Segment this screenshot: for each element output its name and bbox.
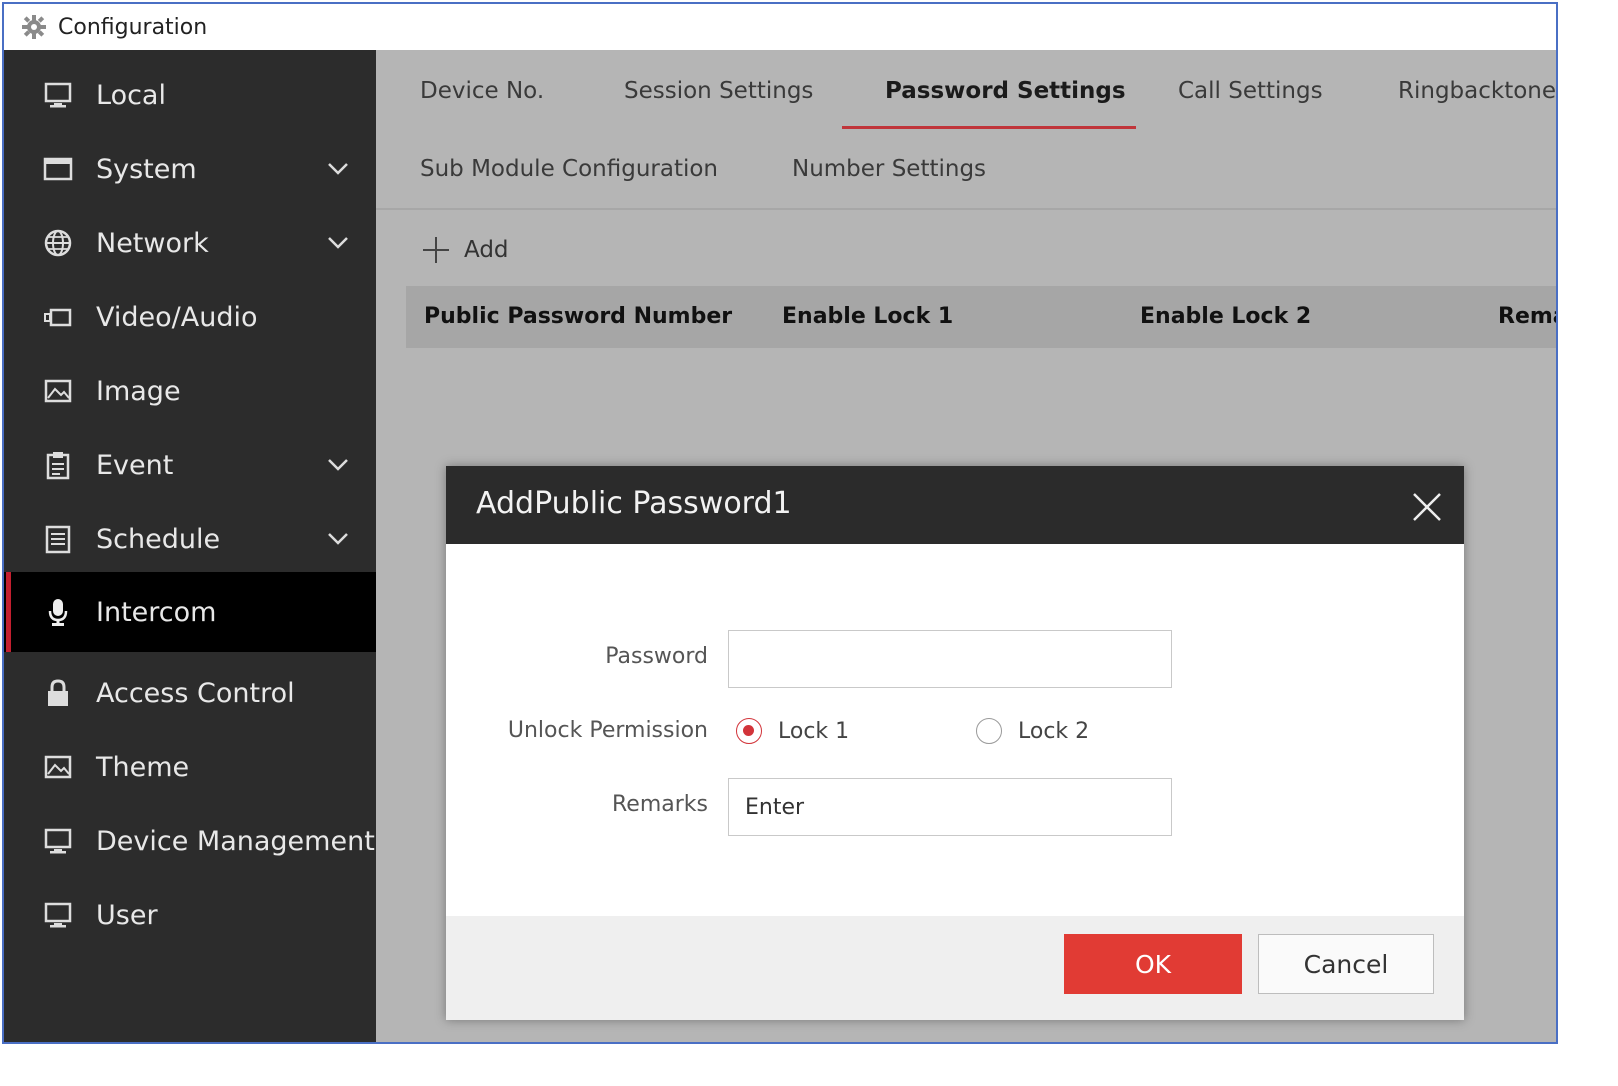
chevron-down-icon[interactable]: [326, 452, 350, 476]
sidebar-item-label: Theme: [96, 751, 190, 783]
lock-1-radio[interactable]: Lock 1: [736, 718, 849, 744]
camera-icon: [42, 301, 74, 333]
gear-icon: [20, 13, 48, 41]
image-icon: [42, 375, 74, 407]
sidebar-item-label: Device Management: [96, 825, 375, 857]
configuration-window: Configuration Local System Network Video…: [2, 2, 1558, 1044]
password-input[interactable]: [728, 630, 1172, 688]
sidebar-item-theme[interactable]: Theme: [4, 730, 376, 804]
active-tab-indicator: [842, 126, 1136, 129]
sidebar-item-intercom[interactable]: Intercom: [4, 572, 376, 652]
radio-unchecked-icon: [976, 718, 1002, 744]
sidebar-item-video-audio[interactable]: Video/Audio: [4, 280, 376, 354]
tab-device-no[interactable]: Device No.: [420, 78, 544, 104]
tab-session-settings[interactable]: Session Settings: [624, 78, 813, 104]
tab-sub-module-configuration[interactable]: Sub Module Configuration: [420, 156, 718, 182]
dialog-footer: OK Cancel: [446, 916, 1464, 1020]
sidebar-item-access-control[interactable]: Access Control: [4, 656, 376, 730]
sidebar-item-local[interactable]: Local: [4, 58, 376, 132]
chevron-down-icon[interactable]: [326, 526, 350, 550]
sidebar-item-label: Schedule: [96, 523, 221, 555]
add-public-password-dialog: AddPublic Password1 Password Unlock Perm…: [446, 466, 1464, 1020]
chevron-down-icon[interactable]: [326, 156, 350, 180]
sidebar-item-image[interactable]: Image: [4, 354, 376, 428]
ok-button[interactable]: OK: [1064, 934, 1242, 994]
window-title: Configuration: [58, 14, 208, 40]
plus-icon: [423, 237, 449, 263]
sidebar-item-system[interactable]: System: [4, 132, 376, 206]
sidebar: Local System Network Video/Audio Image E…: [4, 50, 376, 1042]
cancel-button[interactable]: Cancel: [1258, 934, 1434, 994]
lock-icon: [42, 677, 74, 709]
column-header-enable-lock-2: Enable Lock 2: [1140, 304, 1312, 329]
password-label: Password: [605, 644, 708, 669]
sidebar-item-label: System: [96, 153, 197, 185]
sidebar-item-device-management[interactable]: Device Management: [4, 804, 376, 878]
sidebar-item-event[interactable]: Event: [4, 428, 376, 502]
lock-1-label: Lock 1: [778, 718, 850, 744]
unlock-permission-label: Unlock Permission: [507, 718, 708, 743]
monitor-icon: [42, 899, 74, 931]
column-header-public-password-number: Public Password Number: [424, 304, 733, 329]
sidebar-item-user[interactable]: User: [4, 878, 376, 952]
add-button[interactable]: Add: [422, 236, 509, 264]
column-header-enable-lock-1: Enable Lock 1: [782, 304, 954, 329]
chevron-down-icon[interactable]: [326, 230, 350, 254]
tab-ringbacktone-settings[interactable]: Ringbacktone S: [1398, 78, 1556, 104]
dialog-header: AddPublic Password1: [446, 466, 1464, 544]
radio-checked-icon: [736, 718, 762, 744]
tab-call-settings[interactable]: Call Settings: [1178, 78, 1323, 104]
tab-number-settings[interactable]: Number Settings: [792, 156, 986, 182]
list-icon: [42, 523, 74, 555]
monitor-icon: [42, 825, 74, 857]
sidebar-item-label: Local: [96, 79, 166, 111]
add-label: Add: [464, 237, 509, 263]
globe-icon: [42, 227, 74, 259]
remarks-label: Remarks: [612, 792, 708, 817]
sidebar-item-label: User: [96, 899, 158, 931]
clipboard-icon: [42, 449, 74, 481]
close-icon[interactable]: [1410, 490, 1444, 524]
lock-2-label: Lock 2: [1018, 718, 1090, 744]
lock-2-radio[interactable]: Lock 2: [976, 718, 1089, 744]
table-header: Public Password Number Enable Lock 1 Ena…: [406, 286, 1556, 348]
sidebar-item-label: Access Control: [96, 677, 295, 709]
sidebar-item-network[interactable]: Network: [4, 206, 376, 280]
sidebar-item-label: Event: [96, 449, 174, 481]
tab-password-settings[interactable]: Password Settings: [885, 78, 1126, 104]
window-icon: [42, 153, 74, 185]
sidebar-item-label: Image: [96, 375, 181, 407]
sidebar-item-label: Video/Audio: [96, 301, 258, 333]
title-bar: Configuration: [4, 4, 1556, 50]
column-header-remarks: Remarks: [1498, 304, 1556, 329]
remarks-input[interactable]: [728, 778, 1172, 836]
image-icon: [42, 751, 74, 783]
sidebar-item-label: Network: [96, 227, 209, 259]
sidebar-item-label: Intercom: [96, 596, 217, 628]
dialog-title: AddPublic Password1: [476, 486, 792, 521]
tab-divider: [376, 208, 1556, 210]
sidebar-item-schedule[interactable]: Schedule: [4, 502, 376, 576]
microphone-icon: [42, 596, 74, 628]
monitor-icon: [42, 79, 74, 111]
